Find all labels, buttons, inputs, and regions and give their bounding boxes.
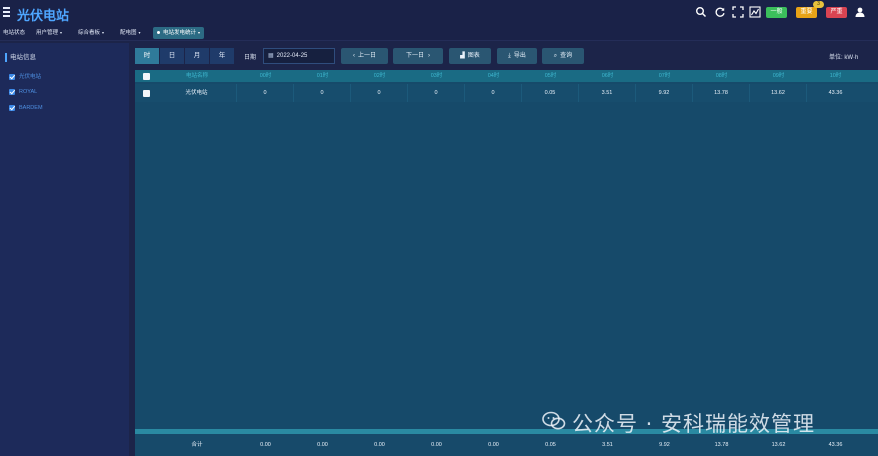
watermark-text: 公众号 · 安科瑞能效管理 bbox=[572, 412, 816, 436]
app-title: 光伏电站 bbox=[17, 8, 70, 23]
chevron-right-icon: › bbox=[428, 53, 430, 59]
period-day-button[interactable]: 日 bbox=[160, 48, 185, 64]
period-month-button[interactable]: 月 bbox=[185, 48, 210, 64]
checkbox-checked-icon[interactable] bbox=[9, 73, 15, 80]
date-picker-input[interactable]: ▦ 2022-04-25 bbox=[263, 48, 335, 64]
query-button[interactable]: ⌕ 查询 bbox=[542, 48, 584, 64]
column-header: 06时 bbox=[601, 73, 614, 79]
chevron-left-icon: ‹ bbox=[352, 53, 355, 59]
total-cell: 0.00 bbox=[374, 442, 385, 448]
table-cell: 0 bbox=[465, 84, 522, 102]
table-cell: 9.92 bbox=[636, 84, 693, 102]
column-header: 07时 bbox=[658, 73, 671, 79]
wechat-icon bbox=[542, 411, 566, 431]
tree-item-bardem[interactable]: BARDEM bbox=[9, 104, 43, 112]
tab-dashboard[interactable]: 综合看板 ▾ bbox=[76, 27, 106, 39]
tree-item-pv-station[interactable]: 光伏电站 bbox=[9, 73, 41, 81]
column-header: 04时 bbox=[487, 73, 500, 79]
refresh-icon[interactable] bbox=[714, 6, 726, 18]
main-panel: 时 日 月 年 日期 ▦ 2022-04-25 ‹ 上一日 下一日 › ▟ 图表 ⤓ 导出… bbox=[129, 43, 878, 456]
table-cell: 0.05 bbox=[522, 84, 579, 102]
tab-generation-statistics[interactable]: 电站发电统计 ▾ bbox=[153, 27, 205, 39]
table-cell: 光伏电站 bbox=[157, 84, 237, 102]
alarm-normal-button[interactable]: 一般 bbox=[766, 7, 787, 18]
date-label: 日期 bbox=[244, 55, 257, 61]
column-header: 05时 bbox=[544, 73, 557, 79]
fullscreen-icon[interactable] bbox=[732, 6, 744, 18]
total-cell: 0.05 bbox=[545, 442, 556, 448]
total-label: 合计 bbox=[191, 442, 203, 448]
search-icon: ⌕ bbox=[553, 53, 558, 59]
chevron-down-icon: ▾ bbox=[198, 30, 201, 35]
row-checkbox[interactable] bbox=[143, 90, 150, 97]
alarm-count-badge: 3 bbox=[813, 1, 824, 8]
checkbox-checked-icon[interactable] bbox=[9, 88, 15, 95]
total-cell: 0.00 bbox=[260, 442, 271, 448]
table-row[interactable]: 光伏电站 0 0 0 0 0 0.05 3.51 9.92 13.78 13.6… bbox=[135, 84, 878, 102]
table-cell: 3.51 bbox=[579, 84, 636, 102]
column-header: 08时 bbox=[715, 73, 728, 79]
next-day-button[interactable]: 下一日 › bbox=[393, 48, 443, 64]
total-cell: 43.36 bbox=[828, 442, 843, 448]
top-header: 光伏电站 一般 重要 3 严重 bbox=[0, 0, 878, 26]
period-selector: 时 日 月 年 bbox=[135, 48, 235, 64]
column-header: 01时 bbox=[316, 73, 329, 79]
search-icon[interactable] bbox=[695, 6, 707, 18]
column-header: 09时 bbox=[772, 73, 785, 79]
select-all-checkbox[interactable] bbox=[143, 73, 150, 80]
period-hour-button[interactable]: 时 bbox=[135, 48, 160, 64]
unit-label: 单位: kW·h bbox=[829, 55, 859, 61]
chevron-down-icon: ▾ bbox=[60, 30, 63, 35]
column-header: 03时 bbox=[430, 73, 443, 79]
total-cell: 0.00 bbox=[488, 442, 499, 448]
download-icon: ⤓ bbox=[508, 53, 511, 59]
prev-day-button[interactable]: ‹ 上一日 bbox=[341, 48, 388, 64]
sidebar: 电站信息 光伏电站 ROYAL BARDEM bbox=[0, 43, 129, 456]
table-cell: 0 bbox=[408, 84, 465, 102]
column-header: 00时 bbox=[259, 73, 272, 79]
chart-icon[interactable] bbox=[749, 6, 761, 18]
chevron-down-icon: ▾ bbox=[138, 30, 141, 35]
table-cell: 13.78 bbox=[693, 84, 750, 102]
total-cell: 0.00 bbox=[431, 442, 442, 448]
sidebar-title: 电站信息 bbox=[5, 53, 36, 62]
table-cell: 0 bbox=[237, 84, 294, 102]
user-icon[interactable] bbox=[854, 6, 866, 18]
bar-chart-icon: ▟ bbox=[460, 53, 465, 59]
chevron-down-icon: ▾ bbox=[102, 30, 105, 35]
alarm-important-button[interactable]: 重要 bbox=[796, 7, 817, 18]
tab-distribution-diagram[interactable]: 配电图 ▾ bbox=[118, 27, 143, 39]
table-cell: 0 bbox=[294, 84, 351, 102]
column-header: 电站名称 bbox=[185, 73, 208, 79]
tab-user-management[interactable]: 用户管理 ▾ bbox=[34, 27, 64, 39]
column-header: 02时 bbox=[373, 73, 386, 79]
active-dot-icon bbox=[157, 31, 160, 35]
export-button[interactable]: ⤓ 导出 bbox=[497, 48, 537, 64]
checkbox-checked-icon[interactable] bbox=[9, 104, 15, 111]
total-cell: 0.00 bbox=[317, 442, 328, 448]
menu-icon[interactable] bbox=[3, 7, 10, 17]
data-table: 电站名称 00时 01时 02时 03时 04时 05时 06时 07时 08时… bbox=[135, 70, 878, 456]
tree-item-royal[interactable]: ROYAL bbox=[9, 88, 37, 96]
period-year-button[interactable]: 年 bbox=[210, 48, 235, 64]
nav-tabs: 电站状态 用户管理 ▾ 综合看板 ▾ 配电图 ▾ 电站发电统计 ▾ bbox=[0, 26, 878, 41]
column-header: 10时 bbox=[829, 73, 842, 79]
calendar-icon: ▦ bbox=[268, 53, 274, 59]
table-header: 电站名称 00时 01时 02时 03时 04时 05时 06时 07时 08时… bbox=[135, 70, 878, 82]
tab-station-status[interactable]: 电站状态 bbox=[1, 27, 27, 39]
table-cell: 13.62 bbox=[750, 84, 807, 102]
alarm-severe-button[interactable]: 严重 bbox=[826, 7, 847, 18]
chart-button[interactable]: ▟ 图表 bbox=[449, 48, 491, 64]
table-cell: 0 bbox=[351, 84, 408, 102]
table-cell: 43.36 bbox=[828, 90, 843, 96]
